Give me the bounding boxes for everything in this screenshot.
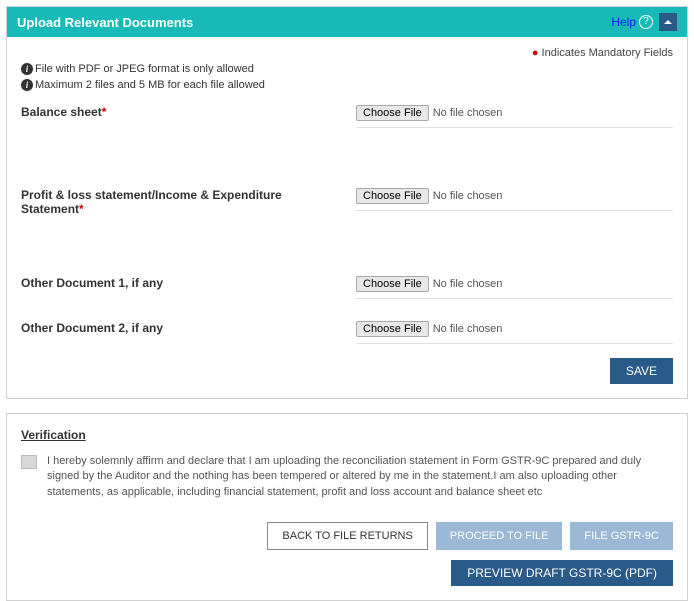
verification-row: I hereby solemnly affirm and declare tha…	[21, 454, 673, 500]
action-row-1: BACK TO FILE RETURNS PROCEED TO FILE FIL…	[21, 522, 673, 550]
help-icon: ?	[639, 15, 653, 29]
choose-file-balance-sheet[interactable]: Choose File	[356, 105, 429, 121]
info-icon: i	[21, 63, 33, 75]
verification-text: I hereby solemnly affirm and declare tha…	[47, 454, 673, 500]
mandatory-note: ● Indicates Mandatory Fields	[21, 47, 673, 59]
info-line-2: i Maximum 2 files and 5 MB for each file…	[21, 79, 673, 91]
file-status-other-2: No file chosen	[433, 323, 503, 335]
action-row-2: PREVIEW DRAFT GSTR-9C (PDF)	[21, 560, 673, 586]
info-text-1: File with PDF or JPEG format is only all…	[35, 63, 254, 75]
file-gstr9c-button[interactable]: FILE GSTR-9C	[570, 522, 673, 550]
file-underline	[356, 210, 673, 211]
file-underline	[356, 127, 673, 128]
profit-loss-label: Profit & loss statement/Income & Expendi…	[21, 188, 356, 216]
mandatory-note-text: Indicates Mandatory Fields	[542, 47, 673, 59]
save-row: SAVE	[21, 358, 673, 384]
file-status-balance-sheet: No file chosen	[433, 107, 503, 119]
file-status-other-1: No file chosen	[433, 278, 503, 290]
upload-documents-panel: Upload Relevant Documents Help ? ● Indic…	[6, 6, 688, 399]
file-underline	[356, 298, 673, 299]
field-profit-loss: Profit & loss statement/Income & Expendi…	[21, 188, 673, 216]
proceed-button[interactable]: PROCEED TO FILE	[436, 522, 563, 550]
panel-header: Upload Relevant Documents Help ?	[7, 7, 687, 37]
choose-file-profit-loss[interactable]: Choose File	[356, 188, 429, 204]
required-star-icon: *	[102, 105, 107, 119]
balance-sheet-label: Balance sheet*	[21, 105, 356, 119]
verification-panel: Verification I hereby solemnly affirm an…	[6, 413, 688, 601]
file-status-profit-loss: No file chosen	[433, 190, 503, 202]
collapse-button[interactable]	[659, 13, 677, 31]
other-2-label: Other Document 2, if any	[21, 321, 356, 335]
field-other-1: Other Document 1, if any Choose File No …	[21, 276, 673, 299]
back-button[interactable]: BACK TO FILE RETURNS	[267, 522, 427, 550]
chevron-up-icon	[664, 19, 672, 25]
info-icon: i	[21, 79, 33, 91]
save-button[interactable]: SAVE	[610, 358, 673, 384]
other-1-label: Other Document 1, if any	[21, 276, 356, 290]
choose-file-other-2[interactable]: Choose File	[356, 321, 429, 337]
required-star-icon: *	[79, 202, 84, 216]
required-star-icon: ●	[532, 47, 539, 59]
preview-draft-button[interactable]: PREVIEW DRAFT GSTR-9C (PDF)	[451, 560, 673, 586]
panel-body: ● Indicates Mandatory Fields i File with…	[7, 37, 687, 398]
verification-checkbox[interactable]	[21, 455, 37, 469]
file-underline	[356, 343, 673, 344]
help-link[interactable]: Help ?	[611, 15, 653, 29]
verification-title: Verification	[21, 428, 673, 442]
field-other-2: Other Document 2, if any Choose File No …	[21, 321, 673, 344]
info-line-1: i File with PDF or JPEG format is only a…	[21, 63, 673, 75]
info-text-2: Maximum 2 files and 5 MB for each file a…	[35, 79, 265, 91]
help-label: Help	[611, 15, 636, 29]
field-balance-sheet: Balance sheet* Choose File No file chose…	[21, 105, 673, 128]
panel-title: Upload Relevant Documents	[17, 15, 193, 30]
header-right: Help ?	[611, 13, 677, 31]
choose-file-other-1[interactable]: Choose File	[356, 276, 429, 292]
